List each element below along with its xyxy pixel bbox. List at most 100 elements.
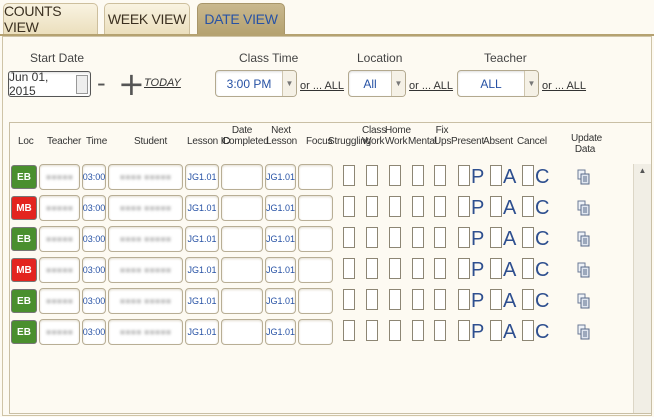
cancel-checkbox[interactable] bbox=[522, 165, 534, 186]
teacher-cell: ■■■■■ bbox=[39, 319, 80, 345]
col-header-update-data: Update Data bbox=[571, 133, 603, 155]
next-day-button[interactable]: + bbox=[118, 68, 145, 100]
location-select[interactable]: All ▼ bbox=[348, 70, 406, 97]
struggling-checkbox[interactable] bbox=[343, 320, 355, 341]
teacher-all-link[interactable]: or ... ALL bbox=[542, 80, 586, 92]
next-lesson-field[interactable]: JG1.01 bbox=[265, 257, 296, 283]
cancel-checkbox[interactable] bbox=[522, 258, 534, 279]
mental-checkbox[interactable] bbox=[412, 227, 424, 248]
next-lesson-field[interactable]: JG1.01 bbox=[265, 288, 296, 314]
tab-week-view[interactable]: WEEK VIEW bbox=[104, 3, 190, 34]
absent-checkbox[interactable] bbox=[490, 227, 502, 248]
scroll-up-icon[interactable]: ▲ bbox=[634, 166, 651, 175]
next-lesson-field[interactable]: JG1.01 bbox=[265, 195, 296, 221]
tab-counts-view[interactable]: COUNTS VIEW bbox=[3, 3, 98, 35]
focus-field[interactable] bbox=[298, 288, 333, 314]
fix-ups-checkbox[interactable] bbox=[434, 258, 446, 279]
previous-day-button[interactable]: - bbox=[97, 69, 106, 97]
teacher-cell: ■■■■■ bbox=[39, 257, 80, 283]
mental-checkbox[interactable] bbox=[412, 165, 424, 186]
update-data-icon[interactable] bbox=[577, 293, 590, 309]
mental-checkbox[interactable] bbox=[412, 258, 424, 279]
focus-field[interactable] bbox=[298, 257, 333, 283]
mental-checkbox[interactable] bbox=[412, 289, 424, 310]
class-work-checkbox[interactable] bbox=[366, 196, 378, 217]
update-data-icon[interactable] bbox=[577, 231, 590, 247]
update-data-icon[interactable] bbox=[577, 262, 590, 278]
home-work-checkbox[interactable] bbox=[389, 196, 401, 217]
mental-checkbox[interactable] bbox=[412, 320, 424, 341]
next-lesson-field[interactable]: JG1.01 bbox=[265, 226, 296, 252]
date-completed-field[interactable] bbox=[221, 288, 263, 314]
home-work-checkbox[interactable] bbox=[389, 227, 401, 248]
home-work-checkbox[interactable] bbox=[389, 258, 401, 279]
location-all-link[interactable]: or ... ALL bbox=[409, 80, 453, 92]
chevron-down-icon: ▼ bbox=[391, 71, 405, 96]
redacted-student-name: ■■■■ ■■■■■ bbox=[119, 234, 172, 244]
present-checkbox[interactable] bbox=[458, 320, 470, 341]
cancel-letter: C bbox=[535, 228, 550, 250]
tab-date-view[interactable]: DATE VIEW bbox=[197, 3, 285, 34]
next-lesson-field[interactable]: JG1.01 bbox=[265, 319, 296, 345]
home-work-checkbox[interactable] bbox=[389, 289, 401, 310]
struggling-checkbox[interactable] bbox=[343, 289, 355, 310]
class-time-select[interactable]: 3:00 PM ▼ bbox=[215, 70, 297, 97]
focus-field[interactable] bbox=[298, 226, 333, 252]
present-checkbox[interactable] bbox=[458, 289, 470, 310]
fix-ups-checkbox[interactable] bbox=[434, 165, 446, 186]
fix-ups-checkbox[interactable] bbox=[434, 320, 446, 341]
calendar-icon[interactable] bbox=[76, 75, 88, 94]
class-work-checkbox[interactable] bbox=[366, 227, 378, 248]
absent-letter: A bbox=[503, 321, 517, 343]
class-work-checkbox[interactable] bbox=[366, 320, 378, 341]
class-time-all-link[interactable]: or ... ALL bbox=[300, 80, 344, 92]
absent-checkbox[interactable] bbox=[490, 196, 502, 217]
update-data-icon[interactable] bbox=[577, 200, 590, 216]
present-checkbox[interactable] bbox=[458, 165, 470, 186]
vertical-scrollbar[interactable]: ▲ bbox=[633, 164, 651, 413]
absent-checkbox[interactable] bbox=[490, 320, 502, 341]
teacher-select[interactable]: ALL ▼ bbox=[457, 70, 539, 97]
present-checkbox[interactable] bbox=[458, 258, 470, 279]
cancel-checkbox[interactable] bbox=[522, 320, 534, 341]
cancel-checkbox[interactable] bbox=[522, 289, 534, 310]
absent-checkbox[interactable] bbox=[490, 258, 502, 279]
cancel-checkbox[interactable] bbox=[522, 227, 534, 248]
struggling-checkbox[interactable] bbox=[343, 196, 355, 217]
lesson-id-cell: JG1.01 bbox=[185, 288, 219, 314]
next-lesson-field[interactable]: JG1.01 bbox=[265, 164, 296, 190]
today-link[interactable]: TODAY bbox=[144, 77, 181, 89]
fix-ups-checkbox[interactable] bbox=[434, 227, 446, 248]
update-data-icon[interactable] bbox=[577, 324, 590, 340]
present-checkbox[interactable] bbox=[458, 227, 470, 248]
date-completed-field[interactable] bbox=[221, 319, 263, 345]
lesson-id-cell: JG1.01 bbox=[185, 164, 219, 190]
date-completed-field[interactable] bbox=[221, 195, 263, 221]
location-badge: MB bbox=[11, 258, 37, 282]
home-work-checkbox[interactable] bbox=[389, 165, 401, 186]
class-work-checkbox[interactable] bbox=[366, 289, 378, 310]
present-checkbox[interactable] bbox=[458, 196, 470, 217]
home-work-checkbox[interactable] bbox=[389, 320, 401, 341]
class-work-checkbox[interactable] bbox=[366, 258, 378, 279]
focus-field[interactable] bbox=[298, 319, 333, 345]
absent-checkbox[interactable] bbox=[490, 289, 502, 310]
date-completed-field[interactable] bbox=[221, 226, 263, 252]
struggling-checkbox[interactable] bbox=[343, 258, 355, 279]
focus-field[interactable] bbox=[298, 195, 333, 221]
fix-ups-checkbox[interactable] bbox=[434, 289, 446, 310]
absent-checkbox[interactable] bbox=[490, 165, 502, 186]
mental-checkbox[interactable] bbox=[412, 196, 424, 217]
time-cell: 03:00 bbox=[82, 288, 106, 314]
update-data-icon[interactable] bbox=[577, 169, 590, 185]
cancel-checkbox[interactable] bbox=[522, 196, 534, 217]
class-work-checkbox[interactable] bbox=[366, 165, 378, 186]
focus-field[interactable] bbox=[298, 164, 333, 190]
col-header-class-work: Class Work bbox=[362, 125, 387, 147]
date-completed-field[interactable] bbox=[221, 257, 263, 283]
start-date-field[interactable]: Jun 01, 2015 bbox=[8, 70, 91, 98]
fix-ups-checkbox[interactable] bbox=[434, 196, 446, 217]
struggling-checkbox[interactable] bbox=[343, 227, 355, 248]
date-completed-field[interactable] bbox=[221, 164, 263, 190]
struggling-checkbox[interactable] bbox=[343, 165, 355, 186]
